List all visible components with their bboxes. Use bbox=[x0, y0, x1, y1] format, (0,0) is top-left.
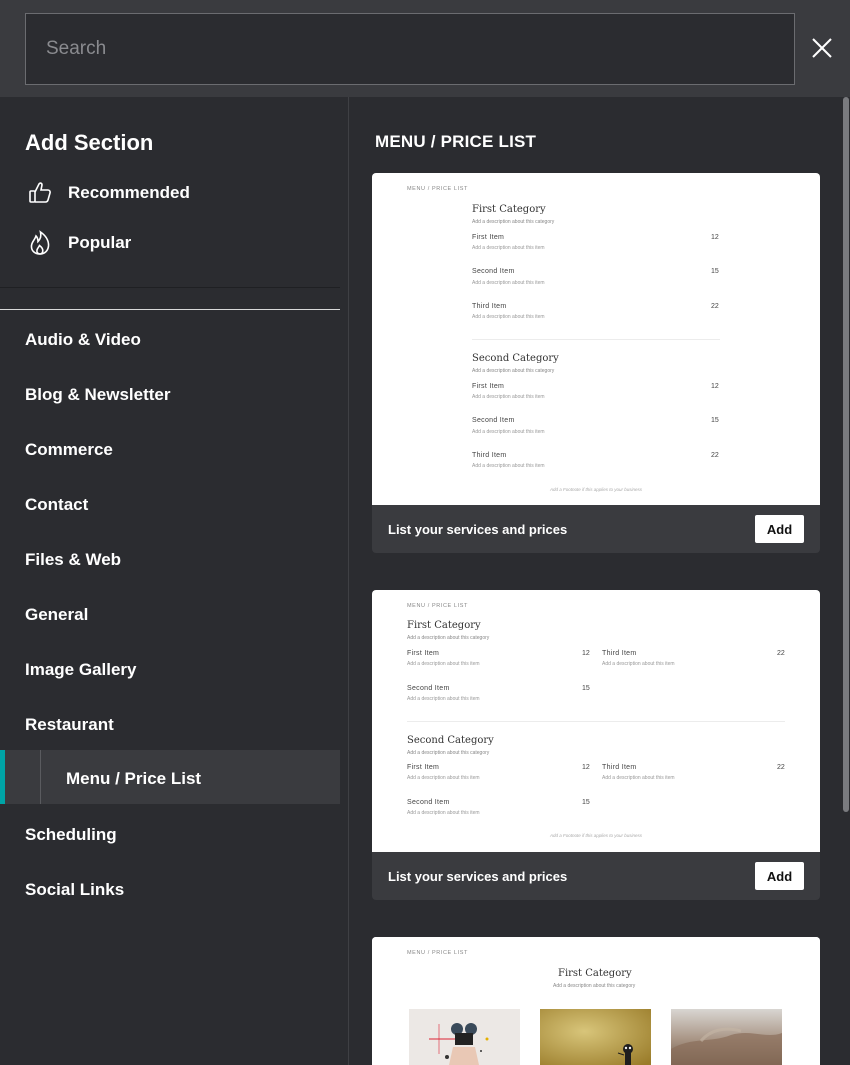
close-icon bbox=[812, 38, 832, 58]
card-description: List your services and prices bbox=[388, 522, 568, 537]
preview-item: Third Item bbox=[602, 650, 637, 657]
sidebar-item-commerce[interactable]: Commerce bbox=[25, 440, 113, 460]
sidebar-subitem-label: Menu / Price List bbox=[66, 769, 202, 788]
preview-item-desc: Add a description about this item bbox=[472, 314, 545, 320]
card-description: List your services and prices bbox=[388, 869, 568, 884]
top-bar bbox=[0, 0, 850, 97]
preview-item: Third Item bbox=[602, 764, 637, 771]
preview-item-desc: Add a description about this item bbox=[407, 661, 480, 667]
preview-item: Second Item bbox=[407, 685, 450, 692]
divider bbox=[0, 287, 340, 288]
preview-price: 12 bbox=[711, 383, 719, 390]
preview-image bbox=[671, 1009, 782, 1065]
thumbs-up-icon bbox=[25, 178, 55, 208]
preview-tag: MENU / PRICE LIST bbox=[407, 950, 468, 956]
sidebar-item-social-links[interactable]: Social Links bbox=[25, 880, 124, 900]
preview-category: Second Category bbox=[407, 735, 494, 746]
preview-item-desc: Add a description about this item bbox=[472, 394, 545, 400]
preview-item: First Item bbox=[472, 234, 505, 241]
template-card-1[interactable]: MENU / PRICE LIST First Category Add a d… bbox=[372, 173, 820, 553]
sidebar-item-scheduling[interactable]: Scheduling bbox=[25, 825, 117, 845]
preview-item-desc: Add a description about this item bbox=[472, 463, 545, 469]
preview-price: 15 bbox=[582, 685, 590, 692]
preview-price: 12 bbox=[582, 650, 590, 657]
scrollbar-thumb[interactable] bbox=[843, 97, 849, 812]
preview-price: 12 bbox=[582, 764, 590, 771]
preview-item: First Item bbox=[472, 383, 505, 390]
divider bbox=[0, 309, 340, 310]
preview-price: 15 bbox=[582, 799, 590, 806]
preview-category-desc: Add a description about this category bbox=[407, 635, 490, 641]
flame-icon bbox=[25, 228, 55, 258]
preview-category-desc: Add a description about this category bbox=[472, 368, 555, 374]
preview-price: 22 bbox=[711, 452, 719, 459]
preview-divider bbox=[472, 339, 720, 340]
template-card-3[interactable]: MENU / PRICE LIST First Category Add a d… bbox=[372, 937, 820, 1065]
preview-item: Second Item bbox=[472, 268, 515, 275]
preview-image bbox=[409, 1009, 520, 1065]
preview-price: 22 bbox=[711, 303, 719, 310]
preview-item: Third Item bbox=[472, 303, 507, 310]
preview-category: First Category bbox=[407, 620, 481, 631]
preview-item-desc: Add a description about this item bbox=[407, 696, 480, 702]
preview-price: 15 bbox=[711, 417, 719, 424]
sidebar-item-restaurant[interactable]: Restaurant bbox=[25, 715, 114, 735]
preview-category: Second Category bbox=[472, 353, 559, 364]
preview-footnote: Add a Footnote if this applies to your b… bbox=[550, 487, 643, 492]
sidebar-item-audio-video[interactable]: Audio & Video bbox=[25, 330, 141, 350]
preview-footnote: Add a Footnote if this applies to your b… bbox=[550, 833, 643, 838]
sidebar-item-blog-newsletter[interactable]: Blog & Newsletter bbox=[25, 385, 170, 405]
sidebar-item-image-gallery[interactable]: Image Gallery bbox=[25, 660, 137, 680]
preview-price: 12 bbox=[711, 234, 719, 241]
sidebar-item-label: Popular bbox=[68, 233, 132, 252]
active-indicator bbox=[0, 750, 5, 804]
sidebar-item-recommended[interactable]: Recommended bbox=[25, 178, 190, 208]
template-preview: MENU / PRICE LIST First Category Add a d… bbox=[372, 937, 820, 1065]
preview-category: First Category bbox=[472, 204, 546, 215]
preview-price: 22 bbox=[777, 650, 785, 657]
preview-tag: MENU / PRICE LIST bbox=[407, 186, 468, 192]
search-input[interactable] bbox=[25, 13, 795, 85]
preview-item-desc: Add a description about this item bbox=[472, 245, 545, 251]
preview-category-desc: Add a description about this category bbox=[472, 219, 555, 225]
sidebar-item-label: Recommended bbox=[68, 183, 190, 202]
preview-price: 15 bbox=[711, 268, 719, 275]
preview-item: Second Item bbox=[407, 799, 450, 806]
preview-price: 22 bbox=[777, 764, 785, 771]
preview-item-desc: Add a description about this item bbox=[602, 775, 675, 781]
preview-item: First Item bbox=[407, 764, 440, 771]
tree-line bbox=[40, 750, 41, 804]
preview-category-desc: Add a description about this category bbox=[407, 750, 490, 756]
sidebar-item-contact[interactable]: Contact bbox=[25, 495, 88, 515]
sidebar-item-popular[interactable]: Popular bbox=[25, 228, 131, 258]
preview-item-desc: Add a description about this item bbox=[407, 810, 480, 816]
add-button[interactable]: Add bbox=[755, 515, 804, 543]
template-preview: MENU / PRICE LIST First Category Add a d… bbox=[372, 590, 820, 852]
preview-divider bbox=[407, 721, 785, 722]
template-card-2[interactable]: MENU / PRICE LIST First Category Add a d… bbox=[372, 590, 820, 900]
preview-item: Second Item bbox=[472, 417, 515, 424]
sidebar-item-general[interactable]: General bbox=[25, 605, 88, 625]
card-footer: List your services and prices Add bbox=[372, 505, 820, 553]
add-button[interactable]: Add bbox=[755, 862, 804, 890]
preview-tag: MENU / PRICE LIST bbox=[407, 603, 468, 609]
preview-category: First Category bbox=[558, 968, 632, 979]
sidebar-item-files-web[interactable]: Files & Web bbox=[25, 550, 121, 570]
sidebar-subitem-menu-price-list[interactable]: Menu / Price List bbox=[0, 750, 340, 804]
preview-item-desc: Add a description about this item bbox=[472, 280, 545, 286]
preview-item-desc: Add a description about this item bbox=[472, 429, 545, 435]
close-button[interactable] bbox=[808, 34, 838, 64]
preview-category-desc: Add a description about this category bbox=[553, 983, 636, 989]
preview-item-desc: Add a description about this item bbox=[602, 661, 675, 667]
preview-image bbox=[540, 1009, 651, 1065]
preview-item: Third Item bbox=[472, 452, 507, 459]
preview-item: First Item bbox=[407, 650, 440, 657]
preview-item-desc: Add a description about this item bbox=[407, 775, 480, 781]
sidebar-title: Add Section bbox=[25, 130, 154, 155]
template-preview: MENU / PRICE LIST First Category Add a d… bbox=[372, 173, 820, 505]
section-title: MENU / PRICE LIST bbox=[375, 132, 537, 151]
card-footer: List your services and prices Add bbox=[372, 852, 820, 900]
